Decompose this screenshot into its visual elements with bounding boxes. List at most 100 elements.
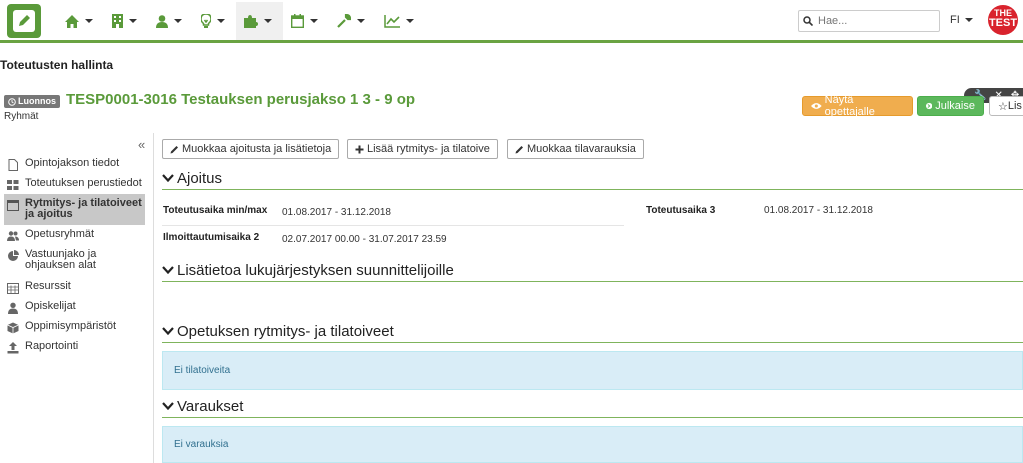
calendar-grid-icon xyxy=(7,283,19,294)
arrow-circle-right-icon xyxy=(926,102,933,110)
eye-icon xyxy=(811,103,822,109)
pencil-icon xyxy=(170,145,178,153)
home-icon xyxy=(65,14,79,28)
app-logo[interactable] xyxy=(7,4,41,38)
field-label: Toteutusaika 3 xyxy=(646,205,716,216)
nav-home[interactable] xyxy=(57,2,104,40)
field-value: 02.07.2017 00.00 - 31.07.2017 23.59 xyxy=(282,234,447,245)
language-label: FI xyxy=(950,14,960,26)
grid-icon xyxy=(7,180,19,190)
sidebar-item-course-info[interactable]: Opintojakson tiedot xyxy=(4,158,145,171)
section-reservations-header[interactable]: Varaukset xyxy=(162,395,1023,418)
add-favorite-label: Lis xyxy=(1007,100,1022,112)
sidebar-item-learning-environments[interactable]: Oppimisympäristöt xyxy=(4,321,145,334)
course-title: TESP0001-3016 Testauksen perusjakso 1 3 … xyxy=(66,91,416,108)
groups-label: Ryhmät xyxy=(4,111,39,122)
section-title: Lisätietoa lukujärjestyksen suunnittelij… xyxy=(177,261,454,279)
search-box[interactable] xyxy=(798,10,940,32)
nav-ideas[interactable] xyxy=(193,2,236,40)
chevron-down-icon xyxy=(406,19,414,23)
nav-reports[interactable] xyxy=(376,2,425,40)
edit-schedule-button[interactable]: Muokkaa ajoitusta ja lisätietoja xyxy=(162,139,340,159)
top-navbar: FI THE TEST xyxy=(0,0,1023,43)
divider xyxy=(162,225,624,226)
edit-reservations-label: Muokkaa tilavarauksia xyxy=(527,143,636,155)
empty-rhythm-text: Ei tilatoiveita xyxy=(174,365,231,376)
chevron-down-icon xyxy=(357,19,365,23)
add-rhythm-button[interactable]: Lisää rytmitys- ja tilatoive xyxy=(347,139,498,159)
pencil-icon xyxy=(515,145,523,153)
chevron-down-icon xyxy=(162,174,174,182)
language-selector[interactable]: FI xyxy=(950,14,973,26)
main-nav xyxy=(57,2,425,40)
file-icon xyxy=(8,159,18,171)
lightbulb-icon xyxy=(201,14,211,28)
empty-reservations-text: Ei varauksia xyxy=(174,439,229,450)
chevron-down-icon xyxy=(174,19,182,23)
show-to-teacher-label: Näytä opettajalle xyxy=(824,94,875,118)
chevron-down-icon xyxy=(264,19,272,23)
add-favorite-button[interactable]: ☆ Lis xyxy=(989,96,1023,116)
show-to-teacher-button[interactable]: Näytä opettajalle xyxy=(802,94,913,118)
nav-users[interactable] xyxy=(148,2,193,40)
chart-icon xyxy=(384,14,400,28)
sidebar-item-reporting[interactable]: Raportointi xyxy=(4,341,145,354)
nav-implementations[interactable] xyxy=(236,2,283,40)
publish-label: Julkaise xyxy=(935,100,975,112)
calendar-icon xyxy=(291,14,304,28)
page-title: Toteutusten hallinta xyxy=(0,58,114,72)
user-icon xyxy=(156,14,168,28)
sidebar-item-label: Toteutuksen perustiedot xyxy=(25,177,142,189)
sidebar-item-label: Oppimisympäristöt xyxy=(25,320,117,332)
chevron-down-icon xyxy=(217,19,225,23)
field-label: Toteutusaika min/max xyxy=(163,205,268,216)
brand-logo[interactable]: THE TEST xyxy=(988,5,1018,35)
puzzle-icon xyxy=(244,15,258,28)
calendar-icon xyxy=(7,200,19,211)
brand-main-text: TEST xyxy=(988,17,1018,29)
status-badge: Luonnos xyxy=(4,95,60,108)
sidebar-item-label: Vastuunjako ja ohjauksen alat xyxy=(25,248,97,271)
chevron-down-icon xyxy=(310,19,318,23)
section-title: Varaukset xyxy=(177,397,244,415)
sidebar-item-rhythm[interactable]: Rytmitys- ja tilatoiveet ja ajoitus xyxy=(4,194,145,225)
edit-schedule-label: Muokkaa ajoitusta ja lisätietoja xyxy=(182,143,332,155)
wrench-icon xyxy=(337,14,351,28)
sidebar-item-students[interactable]: Opiskelijat xyxy=(4,301,145,314)
pie-chart-icon xyxy=(8,250,19,261)
field-value: 01.08.2017 - 31.12.2018 xyxy=(764,205,873,216)
pencil-icon xyxy=(13,10,35,32)
cube-icon xyxy=(7,322,19,334)
section-title: Ajoitus xyxy=(177,169,223,187)
add-rhythm-label: Lisää rytmitys- ja tilatoive xyxy=(367,143,490,155)
nav-organization[interactable] xyxy=(104,2,148,40)
chevron-down-icon xyxy=(85,19,93,23)
nav-calendar[interactable] xyxy=(283,2,329,40)
nav-tools[interactable] xyxy=(329,2,376,40)
search-icon xyxy=(803,16,813,26)
search-input[interactable] xyxy=(816,14,935,28)
section-scheduling-header[interactable]: Ajoitus xyxy=(162,167,1023,190)
chevron-down-icon xyxy=(964,18,973,22)
plus-icon xyxy=(355,145,364,153)
chevron-down-icon xyxy=(162,266,174,274)
sidebar-item-resources[interactable]: Resurssit xyxy=(4,281,145,294)
edit-reservations-button[interactable]: Muokkaa tilavarauksia xyxy=(507,139,644,159)
sidebar-item-groups[interactable]: Opetusryhmät xyxy=(4,229,145,242)
star-icon: ☆ xyxy=(998,100,1008,113)
empty-reservations-notice: Ei varauksia xyxy=(162,426,1023,463)
sidebar-item-label: Opiskelijat xyxy=(25,300,76,312)
section-rhythm-header[interactable]: Opetuksen rytmitys- ja tilatoiveet xyxy=(162,320,1023,343)
section-additional-info-header[interactable]: Lisätietoa lukujärjestyksen suunnittelij… xyxy=(162,259,1023,282)
status-badge-label: Luonnos xyxy=(18,96,56,106)
sidebar-item-label: Raportointi xyxy=(25,340,79,352)
collapse-sidebar-button[interactable]: « xyxy=(138,137,145,152)
upload-icon xyxy=(7,342,19,354)
users-icon xyxy=(7,231,19,241)
sidebar-item-label: Opetusryhmät xyxy=(25,228,95,240)
sidebar-item-basic-info[interactable]: Toteutuksen perustiedot xyxy=(4,178,145,191)
user-icon xyxy=(8,302,18,314)
publish-button[interactable]: Julkaise xyxy=(917,96,984,116)
clock-icon xyxy=(8,97,16,106)
sidebar-item-responsibilities[interactable]: Vastuunjako ja ohjauksen alat xyxy=(4,249,145,271)
